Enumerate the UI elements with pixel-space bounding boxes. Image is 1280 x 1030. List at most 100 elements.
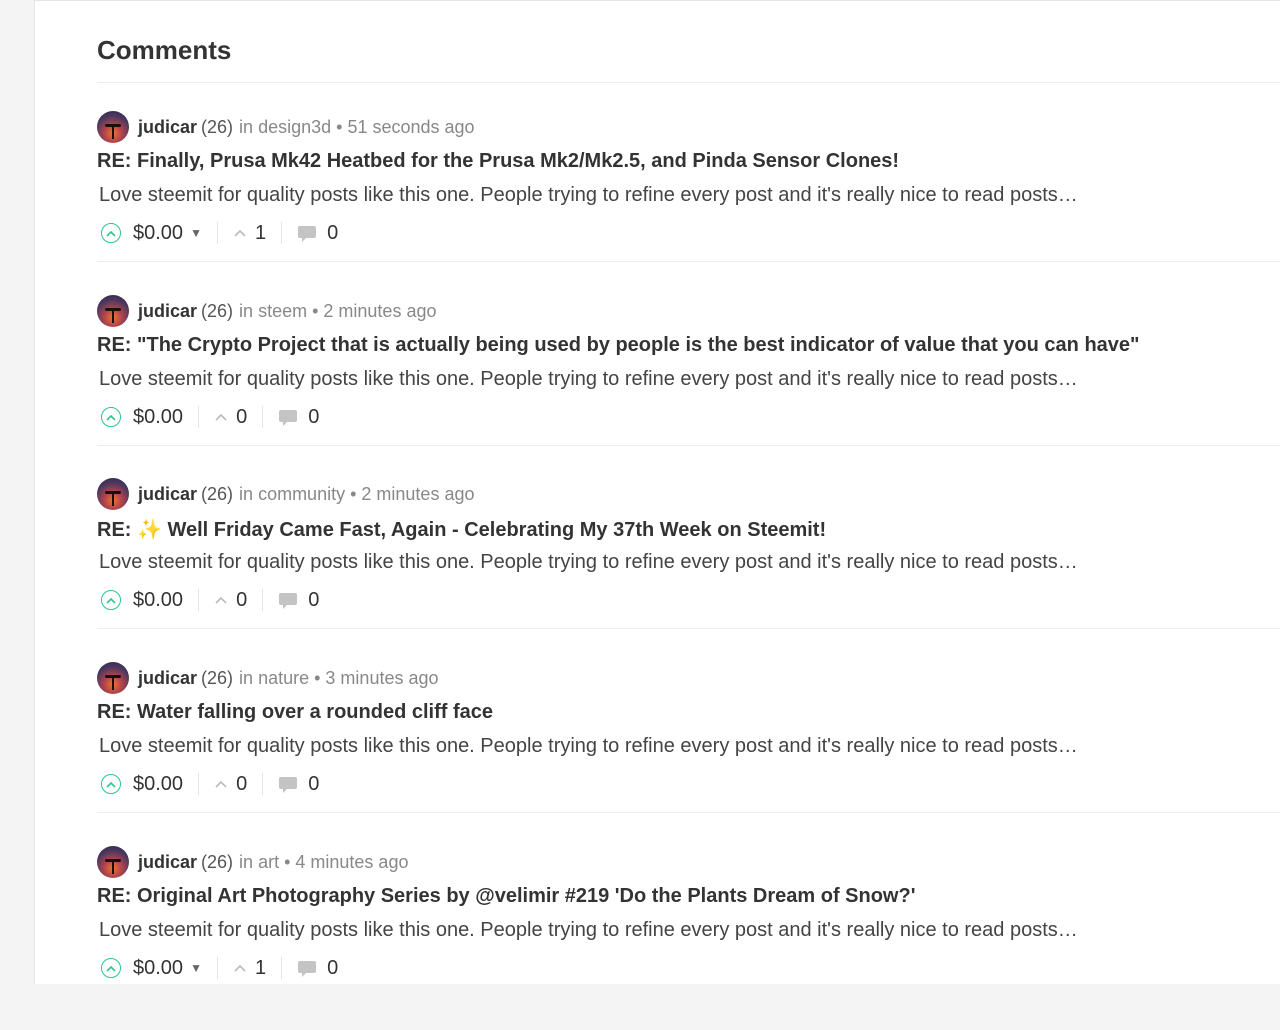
upvote-button[interactable] <box>101 223 121 243</box>
timestamp[interactable]: 2 minutes ago <box>323 301 436 322</box>
separator-dot: • <box>336 116 343 137</box>
voters-button[interactable]: 0 <box>214 589 247 612</box>
chevron-up-icon <box>234 964 246 972</box>
author-link[interactable]: judicar <box>138 852 197 873</box>
in-label: in <box>239 116 254 137</box>
divider <box>198 406 200 428</box>
divider <box>281 222 283 244</box>
divider <box>262 406 264 428</box>
upvote-button[interactable] <box>101 958 121 978</box>
avatar[interactable] <box>97 478 129 510</box>
comment-item: judicar (26) in steem • 2 minutes ago RE… <box>97 295 1280 479</box>
divider <box>97 812 1280 813</box>
author-link[interactable]: judicar <box>138 668 197 689</box>
voters-button[interactable]: 0 <box>214 406 247 429</box>
avatar[interactable] <box>97 662 129 694</box>
community-link[interactable]: art <box>258 852 279 873</box>
upvote-circle-icon <box>106 230 116 237</box>
comment-item: judicar (26) in design3d • 51 seconds ag… <box>97 111 1280 295</box>
comment-title[interactable]: RE: Original Art Photography Series by @… <box>97 885 915 908</box>
voters-button[interactable]: 0 <box>214 773 247 796</box>
comment-actions: $0.00 0 0 <box>101 586 319 614</box>
avatar[interactable] <box>97 111 129 143</box>
replies-count: 0 <box>308 588 320 611</box>
separator-dot: • <box>312 300 319 321</box>
timestamp[interactable]: 4 minutes ago <box>295 852 408 873</box>
author-link[interactable]: judicar <box>138 484 197 505</box>
community-link[interactable]: community <box>258 484 345 505</box>
avatar[interactable] <box>97 295 129 327</box>
comment-bubble-icon <box>279 776 298 793</box>
author-reputation: (26) <box>201 483 234 504</box>
payout-amount: $0.00 <box>133 221 184 244</box>
timestamp[interactable]: 51 seconds ago <box>347 117 474 138</box>
chevron-up-icon <box>215 596 227 604</box>
comment-meta: judicar (26) in steem • 2 minutes ago <box>97 295 436 327</box>
in-label: in <box>239 667 254 688</box>
community-link[interactable]: nature <box>258 668 309 689</box>
page-title: Comments <box>97 35 232 65</box>
caret-down-icon[interactable]: ▼ <box>190 961 202 975</box>
in-label: in <box>239 851 254 872</box>
replies-count: 0 <box>308 772 320 795</box>
comment-body[interactable]: Love steemit for quality posts like this… <box>99 368 1078 391</box>
comments-panel: Comments judicar (26) in design3d • 51 s… <box>34 0 1280 984</box>
community-link[interactable]: design3d <box>258 117 331 138</box>
replies-count: 0 <box>308 405 320 428</box>
upvote-button[interactable] <box>101 407 121 427</box>
payout-amount: $0.00 <box>133 405 184 428</box>
upvote-circle-icon <box>106 781 116 788</box>
payout-amount: $0.00 <box>133 772 184 795</box>
comment-title[interactable]: RE: Finally, Prusa Mk42 Heatbed for the … <box>97 150 899 173</box>
comment-body[interactable]: Love steemit for quality posts like this… <box>99 551 1078 574</box>
replies-button[interactable]: 0 <box>297 957 338 980</box>
voters-button[interactable]: 1 <box>233 222 266 245</box>
replies-button[interactable]: 0 <box>297 222 338 245</box>
divider <box>97 261 1280 262</box>
comment-body[interactable]: Love steemit for quality posts like this… <box>99 184 1078 207</box>
timestamp[interactable]: 2 minutes ago <box>361 484 474 505</box>
comment-bubble-icon <box>298 960 317 977</box>
upvote-circle-icon <box>106 414 116 421</box>
divider <box>198 589 200 611</box>
votes-count: 0 <box>236 588 248 611</box>
timestamp[interactable]: 3 minutes ago <box>325 668 438 689</box>
replies-button[interactable]: 0 <box>278 406 319 429</box>
divider <box>97 445 1280 446</box>
comment-title[interactable]: RE: ✨ Well Friday Came Fast, Again - Cel… <box>97 517 826 542</box>
comment-title[interactable]: RE: Water falling over a rounded cliff f… <box>97 701 493 724</box>
in-label: in <box>239 483 254 504</box>
voters-button[interactable]: 1 <box>233 957 266 980</box>
author-link[interactable]: judicar <box>138 301 197 322</box>
divider <box>262 773 264 795</box>
payout-value[interactable]: $0.00 <box>133 589 183 612</box>
comment-actions: $0.00 ▼ 1 0 <box>101 219 338 247</box>
payout-value[interactable]: $0.00 ▼ <box>133 222 202 245</box>
separator-dot: • <box>350 483 357 504</box>
divider <box>216 957 218 979</box>
author-reputation: (26) <box>201 667 234 688</box>
caret-down-icon[interactable]: ▼ <box>190 226 202 240</box>
replies-button[interactable]: 0 <box>278 773 319 796</box>
divider <box>97 82 1280 83</box>
comment-actions: $0.00 ▼ 1 0 <box>101 954 338 982</box>
upvote-circle-icon <box>106 597 116 604</box>
replies-count: 0 <box>327 221 339 244</box>
replies-count: 0 <box>327 956 339 979</box>
upvote-button[interactable] <box>101 590 121 610</box>
payout-value[interactable]: $0.00 ▼ <box>133 957 202 980</box>
upvote-circle-icon <box>106 965 116 972</box>
payout-amount: $0.00 <box>133 956 184 979</box>
divider <box>262 589 264 611</box>
replies-button[interactable]: 0 <box>278 589 319 612</box>
comment-body[interactable]: Love steemit for quality posts like this… <box>99 735 1078 758</box>
payout-value[interactable]: $0.00 <box>133 406 183 429</box>
comment-body[interactable]: Love steemit for quality posts like this… <box>99 919 1078 942</box>
community-link[interactable]: steem <box>258 301 307 322</box>
author-link[interactable]: judicar <box>138 117 197 138</box>
payout-value[interactable]: $0.00 <box>133 773 183 796</box>
avatar[interactable] <box>97 846 129 878</box>
upvote-button[interactable] <box>101 774 121 794</box>
comment-title[interactable]: RE: "The Crypto Project that is actually… <box>97 334 1140 357</box>
in-label: in <box>239 300 254 321</box>
